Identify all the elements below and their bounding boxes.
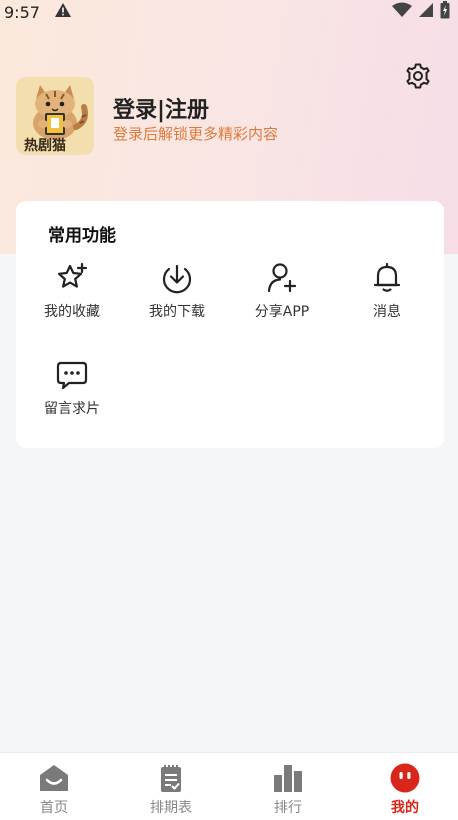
gear-icon xyxy=(404,62,432,94)
tab-profile[interactable]: 我的 xyxy=(365,763,445,817)
downloads-button[interactable]: 我的下载 xyxy=(127,261,227,321)
tab-ranking[interactable]: 排行 xyxy=(248,763,328,817)
status-bar: 9:57 xyxy=(0,0,458,24)
download-icon xyxy=(160,261,194,295)
share-app-button[interactable]: 分享APP xyxy=(232,261,332,321)
messages-label: 消息 xyxy=(373,304,401,320)
login-register-link[interactable]: 登录|注册 xyxy=(113,92,209,124)
downloads-label: 我的下载 xyxy=(149,304,205,320)
battery-icon xyxy=(440,1,450,23)
tab-schedule[interactable]: 排期表 xyxy=(131,763,211,817)
signal-icon xyxy=(418,2,434,22)
settings-button[interactable] xyxy=(402,62,434,94)
message-icon xyxy=(55,358,89,392)
favorites-button[interactable]: 我的收藏 xyxy=(22,261,122,321)
card-title: 常用功能 xyxy=(48,226,116,246)
wifi-icon xyxy=(392,2,412,22)
tab-profile-label: 我的 xyxy=(391,800,419,816)
avatar[interactable]: 热剧猫 xyxy=(16,77,94,155)
schedule-icon xyxy=(155,763,187,793)
request-movie-button[interactable]: 留言求片 xyxy=(22,358,122,418)
request-movie-label: 留言求片 xyxy=(44,401,100,417)
add-user-icon xyxy=(265,261,299,295)
login-subtitle: 登录后解锁更多精彩内容 xyxy=(113,125,279,143)
common-functions-card: 常用功能 我的收藏 我的下载 分享APP 消息 留言求片 xyxy=(16,201,444,448)
favorites-label: 我的收藏 xyxy=(44,304,100,320)
avatar-brand-text: 热剧猫 xyxy=(24,138,66,154)
bottom-tab-bar: 首页 排期表 排行 我的 xyxy=(0,752,458,820)
messages-button[interactable]: 消息 xyxy=(337,261,437,321)
ranking-icon xyxy=(272,763,304,793)
tab-home-label: 首页 xyxy=(40,800,68,816)
tab-schedule-label: 排期表 xyxy=(150,800,192,816)
tab-home[interactable]: 首页 xyxy=(14,763,94,817)
bell-icon xyxy=(370,261,404,295)
home-icon xyxy=(38,763,70,793)
star-plus-icon xyxy=(55,261,89,295)
share-app-label: 分享APP xyxy=(254,304,310,320)
profile-icon xyxy=(389,763,421,793)
tab-ranking-label: 排行 xyxy=(274,800,302,816)
warning-icon xyxy=(54,2,72,22)
status-time: 9:57 xyxy=(4,2,40,22)
